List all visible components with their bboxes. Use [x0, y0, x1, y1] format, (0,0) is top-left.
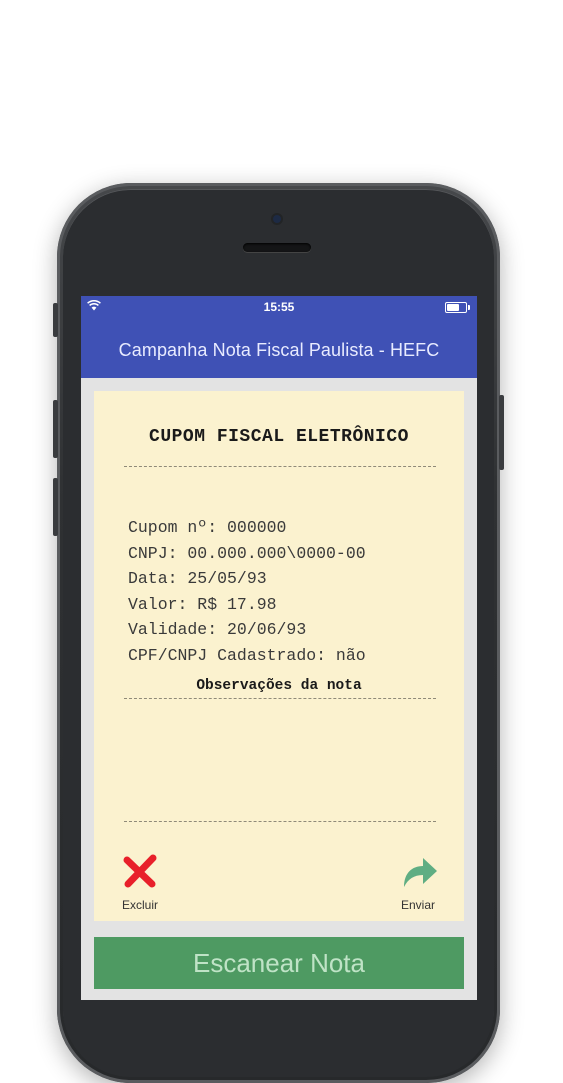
power-button	[499, 395, 504, 470]
share-arrow-icon	[404, 858, 437, 887]
receipt-details: Cupom nº: 000000 CNPJ: 00.000.000\0000-0…	[128, 515, 448, 668]
observations-title: Observações da nota	[196, 678, 362, 694]
delete-button[interactable]: Excluir	[110, 851, 170, 912]
app-bar: Campanha Nota Fiscal Paulista - HEFC	[81, 318, 477, 378]
divider	[124, 821, 436, 822]
receipt-cnpj: CNPJ: 00.000.000\0000-00	[128, 543, 366, 563]
divider	[124, 466, 436, 467]
receipt-value: Valor: R$ 17.98	[128, 594, 277, 614]
send-label: Enviar	[400, 898, 435, 912]
status-time: 15:55	[263, 300, 295, 314]
divider	[124, 698, 436, 699]
receipt-cpf-registered: CPF/CNPJ Cadastrado: não	[128, 645, 366, 665]
battery-icon	[445, 302, 470, 313]
status-bar: 15:55	[81, 296, 477, 318]
mute-switch	[53, 303, 58, 337]
scan-note-button[interactable]: Escanear Nota	[94, 937, 464, 989]
front-camera	[273, 215, 281, 223]
phone-screen: 15:55 Campanha Nota Fiscal Paulista - HE…	[81, 296, 477, 1000]
volume-down-button	[53, 478, 58, 536]
delete-label: Excluir	[121, 898, 158, 912]
receipt-date: Data: 25/05/93	[128, 569, 267, 588]
receipt-number: Cupom nº: 000000	[128, 518, 287, 537]
receipt-validity: Validade: 20/06/93	[128, 620, 307, 639]
receipt-title: CUPOM FISCAL ELETRÔNICO	[149, 427, 409, 447]
receipt-card: CUPOM FISCAL ELETRÔNICO Cupom nº: 000000…	[94, 391, 464, 921]
volume-up-button	[53, 400, 58, 458]
close-icon	[123, 854, 157, 888]
app-title: Campanha Nota Fiscal Paulista - HEFC	[118, 340, 440, 360]
earpiece-speaker	[243, 243, 311, 252]
send-button[interactable]: Enviar	[388, 851, 448, 912]
